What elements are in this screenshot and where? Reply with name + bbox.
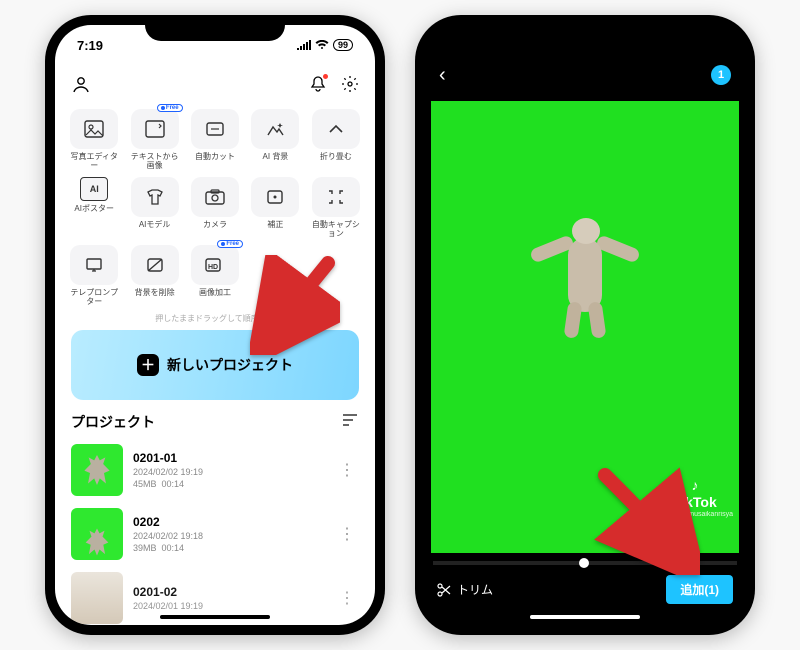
tool-text-to-image[interactable]: Free テキストから画像 <box>127 109 181 171</box>
notification-dot <box>323 74 328 79</box>
tool-ai-bg[interactable]: AI 背景 <box>248 109 302 171</box>
photo-editor-icon <box>84 120 104 138</box>
notch <box>515 15 655 41</box>
trim-button[interactable]: トリム <box>437 581 493 598</box>
tool-auto-caption[interactable]: 自動キャプション <box>309 177 363 239</box>
tool-ai-model[interactable]: AIモデル <box>127 177 181 239</box>
tool-correct[interactable]: 補正 <box>248 177 302 239</box>
svg-text:HD: HD <box>208 264 218 271</box>
back-icon[interactable]: ‹ <box>439 64 446 87</box>
project-thumbnail <box>71 508 123 560</box>
ai-background-icon <box>265 120 285 138</box>
tool-photo-editor[interactable]: 写真エディター <box>67 109 121 171</box>
add-button[interactable]: 追加(1) <box>666 575 733 604</box>
free-badge: Free <box>157 104 183 112</box>
status-bar: 7:19 99 <box>55 25 375 65</box>
notifications-icon[interactable] <box>309 75 327 93</box>
image-processing-icon: HD <box>204 256 226 274</box>
tool-teleprompter[interactable]: テレプロンプター <box>67 245 121 307</box>
battery-icon: 99 <box>333 39 353 51</box>
project-item[interactable]: 0201-01 2024/02/02 19:19 45MB 00:14 ⋮ <box>55 438 375 502</box>
project-thumbnail <box>71 572 123 624</box>
status-right: 99 <box>297 39 353 51</box>
projects-sort-icon[interactable] <box>341 413 359 432</box>
signal-icon <box>297 40 311 50</box>
project-more-icon[interactable]: ⋮ <box>335 460 359 480</box>
free-badge: Free <box>217 240 243 248</box>
project-date: 2024/02/01 19:19 <box>133 601 325 611</box>
wifi-icon <box>315 40 329 50</box>
projects-title: プロジェクト <box>71 412 155 432</box>
tool-ai-poster[interactable]: AI AIポスター <box>67 177 121 239</box>
selected-count-badge[interactable]: 1 <box>711 65 731 85</box>
project-more-icon[interactable]: ⋮ <box>335 588 359 608</box>
auto-cut-icon <box>205 120 225 138</box>
scissors-icon <box>437 583 451 597</box>
tool-remove-bg[interactable]: 背景を削除 <box>127 245 181 307</box>
tool-collapse[interactable]: 折り畳む <box>309 109 363 171</box>
plus-icon: ＋ <box>137 354 159 376</box>
annotation-arrow-right <box>590 465 700 575</box>
home-indicator <box>160 615 270 619</box>
project-name: 0202 <box>133 515 325 529</box>
teleprompter-icon <box>84 256 104 274</box>
project-date: 2024/02/02 19:19 <box>133 467 325 477</box>
project-name: 0201-01 <box>133 451 325 465</box>
project-item[interactable]: 0202 2024/02/02 19:18 39MB 00:14 ⋮ <box>55 502 375 566</box>
status-time: 7:19 <box>77 38 103 53</box>
picker-top-bar: ‹ 1 <box>425 55 745 95</box>
settings-icon[interactable] <box>341 75 359 93</box>
phone-right: ‹ 1 ♪ TikTok @ nekomimusaikanrisya トリム 追… <box>415 15 755 635</box>
correct-icon <box>265 188 285 206</box>
camera-icon <box>204 188 226 206</box>
new-project-label: 新しいプロジェクト <box>167 355 293 375</box>
ai-model-icon <box>144 188 166 206</box>
tool-auto-cut[interactable]: 自動カット <box>188 109 242 171</box>
remove-bg-icon <box>145 256 165 274</box>
project-date: 2024/02/02 19:18 <box>133 531 325 541</box>
chevron-up-icon <box>328 124 344 134</box>
projects-header: プロジェクト <box>55 412 375 432</box>
profile-icon[interactable] <box>71 74 91 94</box>
text-to-image-icon <box>145 120 165 138</box>
tool-camera[interactable]: カメラ <box>188 177 242 239</box>
auto-caption-icon <box>326 188 346 206</box>
tool-image-processing[interactable]: FreeHD 画像加工 <box>188 245 242 307</box>
annotation-arrow-left <box>250 255 340 355</box>
project-thumbnail <box>71 444 123 496</box>
ai-poster-icon: AI <box>80 177 108 201</box>
project-name: 0201-02 <box>133 585 325 599</box>
home-indicator <box>530 615 640 619</box>
app-top-bar <box>55 65 375 103</box>
cat-graphic <box>530 208 640 338</box>
project-more-icon[interactable]: ⋮ <box>335 524 359 544</box>
